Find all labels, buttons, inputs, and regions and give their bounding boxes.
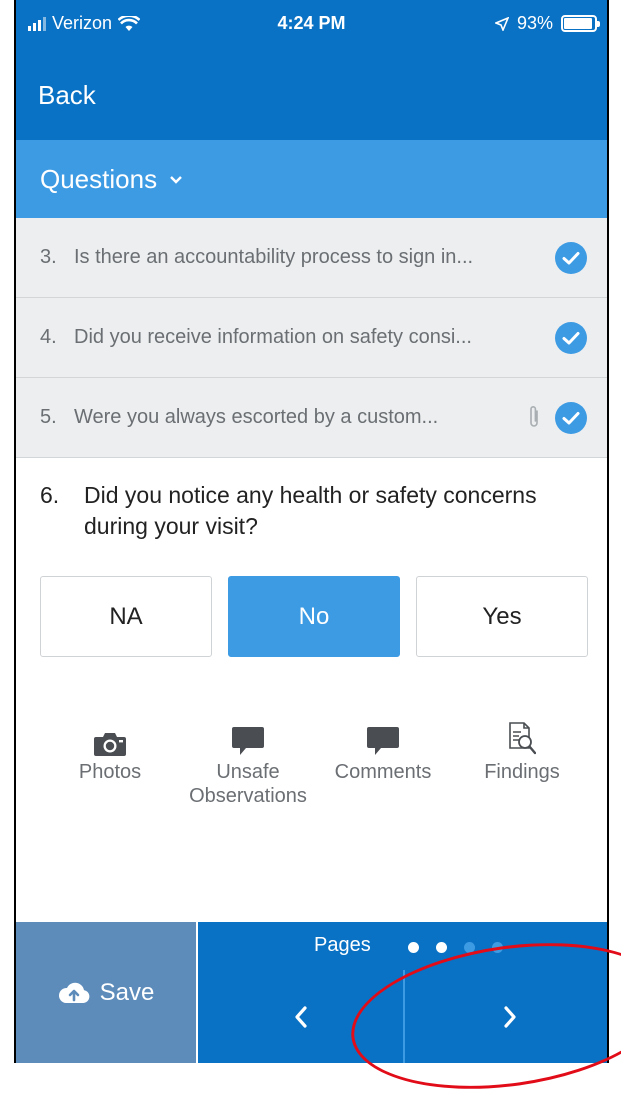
comment-icon: [367, 727, 399, 755]
question-text: Were you always escorted by a custom...: [74, 406, 439, 428]
question-row-5[interactable]: 5. Were you always escorted by a custom.…: [16, 378, 607, 458]
findings-button[interactable]: Findings: [462, 720, 582, 784]
paperclip-icon: [530, 406, 538, 427]
comments-button[interactable]: Comments: [323, 720, 443, 784]
phone-screen: Verizon 4:24 PM 93% Back Questions 3. Is…: [14, 0, 609, 1063]
current-question: 6. Did you notice any health or safety c…: [40, 480, 577, 542]
chevron-left-icon: [295, 1006, 307, 1028]
photos-button[interactable]: Photos: [50, 720, 170, 784]
next-page-button[interactable]: [405, 970, 607, 1063]
status-right: 93%: [494, 13, 600, 34]
check-circle-icon: [555, 322, 587, 354]
previous-page-button[interactable]: [198, 970, 403, 1063]
question-row-4[interactable]: 4. Did you receive information on safety…: [16, 298, 607, 378]
questions-title: Questions: [40, 164, 158, 194]
battery-icon: [561, 15, 600, 32]
battery-percent: 93%: [516, 13, 553, 33]
page-dot: [464, 942, 475, 953]
comments-label: Comments: [334, 761, 432, 783]
status-bar: Verizon 4:24 PM 93%: [16, 0, 607, 46]
page-dot: [492, 942, 503, 953]
question-list: 3. Is there an accountability process to…: [16, 218, 607, 458]
unsafe-observations-label: Unsafe Observations: [189, 761, 307, 807]
chevron-down-icon: [170, 175, 182, 184]
question-text: Did you receive information on safety co…: [74, 326, 472, 348]
current-question-text: Did you notice any health or safety conc…: [84, 482, 537, 539]
answer-yes-button[interactable]: Yes: [416, 576, 588, 657]
questions-bar: Questions: [16, 140, 607, 218]
speech-bubble-icon: [232, 727, 264, 755]
questions-dropdown[interactable]: Questions: [40, 164, 183, 195]
app-header: Verizon 4:24 PM 93% Back: [16, 0, 607, 140]
findings-label: Findings: [484, 761, 560, 783]
page-dot: [408, 942, 419, 953]
check-circle-icon: [555, 402, 587, 434]
check-circle-icon: [555, 242, 587, 274]
question-text: Is there an accountability process to si…: [74, 246, 474, 268]
answer-options: NA No Yes: [40, 576, 588, 658]
photos-label: Photos: [78, 761, 142, 783]
camera-icon: [94, 733, 126, 756]
chevron-right-icon: [504, 1006, 516, 1028]
save-label: Save: [99, 978, 155, 1006]
pages-label: Pages: [314, 934, 371, 956]
answer-na-button[interactable]: NA: [40, 576, 212, 657]
question-row-3[interactable]: 3. Is there an accountability process to…: [16, 218, 607, 298]
cloud-upload-icon: [58, 982, 90, 1003]
current-question-number: 6.: [40, 482, 60, 508]
save-button[interactable]: Save: [16, 922, 196, 1063]
findings-icon: [509, 722, 536, 755]
page-dot: [436, 942, 447, 953]
pages-indicator: Pages: [198, 922, 607, 970]
question-number: 4.: [40, 326, 57, 348]
answer-no-button[interactable]: No: [228, 576, 400, 657]
question-number: 5.: [40, 406, 57, 428]
question-number: 3.: [40, 246, 57, 268]
location-icon: [494, 16, 509, 31]
unsafe-observations-button[interactable]: Unsafe Observations: [188, 720, 308, 808]
back-button[interactable]: Back: [38, 80, 96, 111]
question-actions: Photos Unsafe Observations Comments Find…: [16, 720, 607, 820]
